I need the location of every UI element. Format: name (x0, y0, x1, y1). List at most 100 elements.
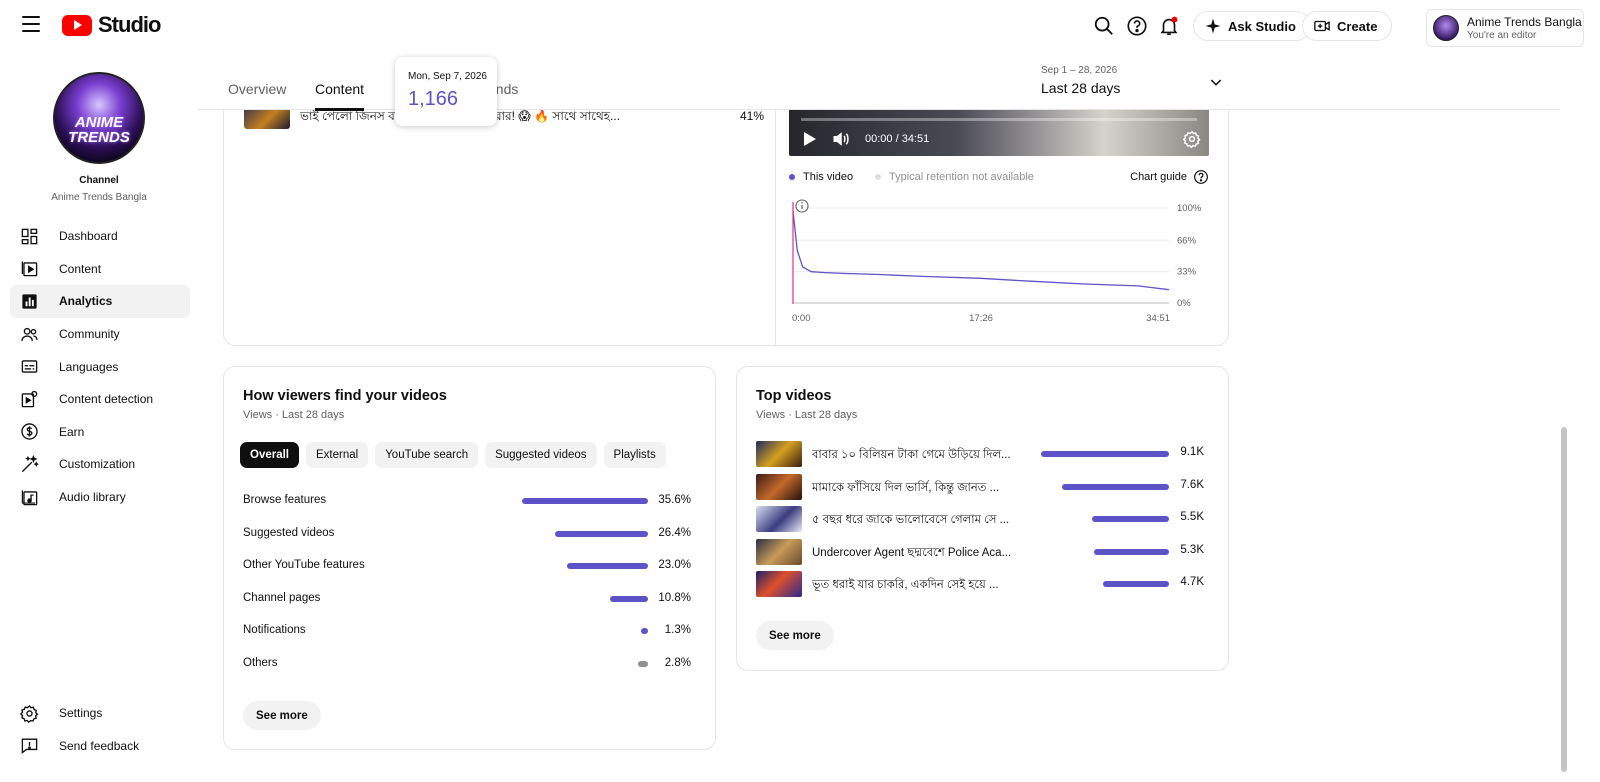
channel-name: Anime Trends Bangla (51, 192, 147, 203)
chip-external[interactable]: External (306, 442, 369, 468)
traffic-source-row[interactable]: Others 2.8% (243, 654, 691, 674)
traffic-see-more-button[interactable]: See more (243, 701, 321, 730)
sidebar-item-label: Dashboard (59, 229, 118, 244)
customization-icon (21, 454, 39, 473)
video-player[interactable]: 00:00 / 34:51 (789, 108, 1209, 156)
traffic-source-row[interactable]: Channel pages 10.8% (243, 589, 691, 609)
sidebar-item-send-feedback[interactable]: Send feedback (10, 730, 190, 763)
retention-chart[interactable]: 100% 66% 33% 0% 0:00 17:26 34:51 (789, 196, 1229, 326)
x-tick-label: 0:00 (792, 313, 811, 324)
ask-studio-label: Ask Studio (1228, 18, 1296, 34)
sidebar-item-label: Community (59, 327, 120, 342)
video-title: ভূত ধরাই যার চাকরি, একদিন সেই হয়ে ... (812, 579, 999, 592)
player-settings-icon[interactable] (1183, 130, 1201, 148)
video-thumbnail (756, 538, 802, 565)
sidebar-item-label: Earn (59, 424, 85, 439)
sidebar-item-community[interactable]: Community (10, 318, 190, 351)
page-scrollbar[interactable] (1560, 52, 1568, 782)
ask-studio-button[interactable]: Ask Studio (1193, 11, 1311, 41)
info-icon[interactable] (795, 199, 809, 213)
retention-series-line (792, 210, 1170, 291)
tab-overview[interactable]: Overview (228, 81, 286, 97)
sidebar-item-dashboard[interactable]: Dashboard (10, 220, 190, 253)
top-video-row[interactable]: বাবার ১০ বিলিয়ন টাকা গেমে উড়িয়ে দিল..… (756, 441, 1204, 467)
analytics-icon (22, 294, 37, 309)
sidebar-item-settings[interactable]: Settings (10, 697, 190, 730)
video-title: ভাই পেলো জিনস ব আমি পেলাম ছোট করার! 😱 🔥 … (300, 109, 621, 123)
card-subtitle: Views · Last 28 days (243, 409, 345, 421)
sidebar-item-content-detection[interactable]: Content detection (10, 383, 190, 416)
search-icon[interactable] (1093, 15, 1115, 37)
traffic-source-row[interactable]: Browse features 35.6% (243, 491, 691, 511)
y-tick-label: 33% (1177, 267, 1197, 278)
chip-suggested-videos[interactable]: Suggested videos (485, 442, 597, 468)
scrollbar-thumb[interactable] (1561, 427, 1567, 772)
sidebar-item-label: Settings (59, 706, 103, 721)
traffic-source-row[interactable]: Notifications 1.3% (243, 621, 691, 641)
tooltip-value: 1,166 (408, 88, 459, 110)
help-icon[interactable] (1126, 15, 1148, 37)
top-bar: Studio Ask Studio Create Anime Trends Ba… (0, 0, 1600, 52)
earn-icon (21, 423, 38, 441)
video-title: মামাকে ফাঁসিয়ে দিল ভার্সি, কিন্তু জানত … (812, 481, 1000, 494)
create-button[interactable]: Create (1302, 11, 1393, 41)
y-tick-label: 100% (1177, 203, 1202, 214)
player-progress-bar[interactable] (801, 118, 1197, 121)
sidebar-item-languages[interactable]: Languages (10, 350, 190, 383)
chip-youtube-search[interactable]: YouTube search (375, 442, 479, 468)
top-videos-see-more-button[interactable]: See more (756, 621, 834, 650)
traffic-source-percent: 10.8% (658, 591, 691, 604)
content-detection-icon (21, 390, 38, 408)
tab-content[interactable]: Content (315, 81, 365, 111)
top-video-row[interactable]: ভূত ধরাই যার চাকরি, একদিন সেই হয়ে ... 4.… (756, 571, 1204, 598)
video-views: 5.3K (1180, 543, 1204, 556)
menu-icon[interactable] (22, 16, 40, 32)
player-controls: 00:00 / 34:51 (803, 130, 929, 148)
studio-logo[interactable]: Studio (62, 12, 161, 38)
traffic-source-label: Channel pages (243, 591, 321, 604)
traffic-source-row[interactable]: Suggested videos 26.4% (243, 524, 691, 544)
languages-icon (21, 360, 38, 373)
traffic-source-label: Others (243, 657, 278, 669)
account-role: You're an editor (1467, 30, 1537, 41)
date-range-picker[interactable]: Sep 1 – 28, 2026 Last 28 days (1041, 65, 1120, 96)
video-views-bar (1091, 516, 1169, 523)
traffic-source-bar (609, 595, 648, 602)
help-icon (1194, 170, 1208, 184)
legend-this-video: This video (789, 171, 853, 183)
date-range-dates: Sep 1 – 28, 2026 (1041, 65, 1118, 76)
volume-icon[interactable] (831, 130, 851, 148)
chip-overall[interactable]: Overall (240, 442, 299, 468)
account-name: Anime Trends Bangla (1467, 15, 1582, 29)
top-videos-card: Top videos Views · Last 28 days বাবার ১০… (736, 366, 1229, 671)
channel-avatar[interactable]: ANIME TRENDS (53, 72, 145, 164)
top-video-row[interactable]: মামাকে ফাঁসিয়ে দিল ভার্সি, কিন্তু জানত … (756, 473, 1204, 500)
tooltip-date: Mon, Sep 7, 2026 (408, 71, 487, 82)
chevron-down-icon[interactable] (1208, 74, 1224, 90)
sidebar-item-label: Content (59, 261, 102, 276)
play-icon[interactable] (803, 131, 817, 147)
notifications-icon[interactable] (1158, 15, 1180, 37)
video-thumbnail (756, 473, 802, 500)
video-title: Undercover Agent ছদ্মবেশে Police Aca... (812, 546, 1012, 559)
sidebar-item-audio-library[interactable]: Audio library (10, 481, 190, 514)
top-video-row[interactable]: Undercover Agent ছদ্মবেশে Police Aca... 5… (756, 538, 1204, 565)
sidebar-item-analytics[interactable]: Analytics (10, 285, 190, 318)
create-video-icon (1314, 20, 1330, 32)
video-views-bar (1062, 483, 1169, 490)
account-switcher[interactable]: Anime Trends Bangla You're an editor (1426, 9, 1584, 47)
chip-playlists[interactable]: Playlists (603, 442, 666, 468)
traffic-source-bar (566, 563, 648, 570)
chart-guide-link[interactable]: Chart guide (1130, 169, 1209, 185)
sidebar-item-customization[interactable]: Customization (10, 448, 190, 481)
top-video-row[interactable]: ৫ বছর ধরে জাকে ভালোবেসে গেলাম সে ... 5.5K (756, 506, 1204, 533)
sidebar-item-content[interactable]: Content (10, 253, 190, 286)
video-views-bar (1094, 548, 1169, 555)
video-thumbnail (756, 506, 802, 533)
sidebar-item-earn[interactable]: Earn (10, 416, 190, 449)
traffic-source-bar (554, 530, 648, 537)
sidebar-bottom-nav: Settings Send feedback (10, 697, 190, 762)
chart-tooltip: Mon, Sep 7, 2026 1,166 (395, 57, 497, 126)
traffic-source-label: Browse features (243, 494, 327, 506)
traffic-source-row[interactable]: Other YouTube features 23.0% (243, 556, 691, 576)
